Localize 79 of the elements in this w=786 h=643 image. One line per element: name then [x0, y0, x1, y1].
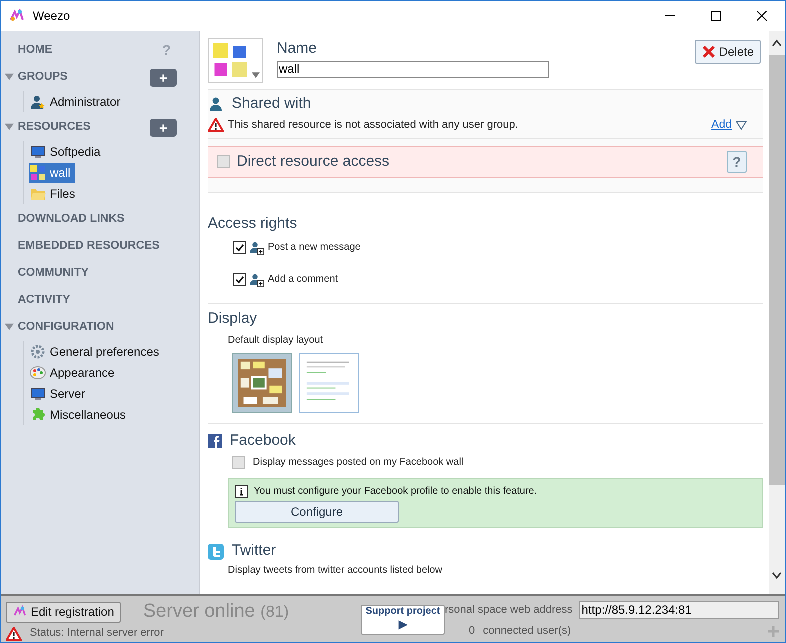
help-button[interactable]: ?: [727, 150, 747, 173]
permission-label: Add a comment: [268, 273, 338, 288]
expand-arrow-icon[interactable]: [5, 73, 14, 82]
monitor-icon: [30, 144, 46, 160]
sidebar-item[interactable]: Miscellaneous: [29, 404, 130, 424]
support-project-button[interactable]: Support project ▶: [361, 605, 445, 635]
sidebar-item[interactable]: Appearance: [29, 362, 119, 382]
layout-thumbnail[interactable]: [299, 352, 359, 413]
configure-button[interactable]: Configure: [235, 501, 399, 524]
sidebar-section[interactable]: ACTIVITY: [18, 292, 70, 310]
info-icon: [235, 485, 248, 498]
user-icon: [208, 96, 224, 112]
status-text: Status: Internal server error: [30, 628, 164, 639]
expand-arrow-icon[interactable]: [5, 123, 14, 132]
palette-icon: [30, 364, 46, 380]
cross-icon: [702, 45, 716, 59]
scroll-up-icon[interactable]: [772, 39, 782, 47]
scroll-down-icon[interactable]: [772, 572, 782, 580]
app-logo-icon: [9, 8, 25, 24]
delete-button[interactable]: Delete: [695, 40, 761, 64]
scrollbar[interactable]: [769, 31, 785, 594]
notes-icon: [30, 164, 46, 180]
sidebar-item[interactable]: wall: [29, 162, 75, 182]
user-icon: [30, 94, 46, 110]
subtitle-text: Default display layout: [228, 334, 324, 348]
add-link[interactable]: Add: [712, 116, 732, 134]
checkbox[interactable]: [233, 241, 246, 254]
address-field[interactable]: http://85.9.12.234:81: [578, 601, 779, 619]
add-button[interactable]: +: [150, 118, 177, 136]
user-add-icon: [250, 272, 264, 287]
sidebar-section[interactable]: GROUPS: [18, 68, 68, 86]
sidebar-item[interactable]: Server: [29, 384, 90, 404]
facebook-icon: [208, 434, 222, 448]
gear-icon: [30, 344, 46, 360]
checkbox-label: Display messages posted on my Facebook wall: [253, 456, 464, 470]
resource-icon-picker[interactable]: [208, 38, 263, 83]
edit-registration-button[interactable]: Edit registration: [6, 602, 122, 623]
user-add-icon: [250, 240, 264, 255]
checkbox[interactable]: [217, 155, 230, 168]
notice-text: You must configure your Facebook profile to enable this feature.: [254, 485, 538, 500]
sidebar-section[interactable]: CONFIGURATION: [18, 318, 114, 336]
permission-label: Post a new message: [268, 241, 361, 256]
close-icon: [757, 11, 767, 21]
users-label: connected user(s): [483, 624, 572, 639]
server-state-text: Server online (81): [143, 600, 290, 624]
maximize-icon: [711, 11, 721, 21]
checkbox-label: Direct resource access: [237, 152, 390, 172]
users-count: 0: [469, 624, 476, 639]
section-title: Access rights: [208, 214, 298, 234]
sidebar-section[interactable]: HOME: [18, 42, 52, 60]
dropdown-arrow-icon[interactable]: [736, 120, 747, 130]
dropdown-arrow-icon: [252, 70, 260, 78]
window-title: Weezo: [33, 8, 70, 25]
name-field[interactable]: wall: [277, 60, 549, 78]
sidebar-section[interactable]: RESOURCES: [18, 118, 91, 136]
sidebar-item[interactable]: Softpedia: [29, 142, 105, 162]
section-title: Facebook: [230, 430, 296, 451]
layout-thumbnail[interactable]: [232, 352, 292, 413]
sidebar-item[interactable]: Administrator: [29, 92, 125, 112]
warning-icon: [6, 626, 22, 640]
checkbox[interactable]: [233, 273, 246, 286]
bird-icon: [208, 544, 224, 560]
puzzle-icon: [30, 406, 46, 422]
monitor-icon: [30, 386, 46, 402]
sidebar-section[interactable]: COMMUNITY: [18, 264, 89, 282]
checkbox[interactable]: [232, 456, 245, 470]
sidebar-item[interactable]: Files: [29, 184, 80, 204]
sidebar-section[interactable]: EMBEDDED RESOURCES: [18, 238, 160, 256]
description-text: Display tweets from twitter accounts listed below: [228, 564, 444, 578]
sidebar-item[interactable]: General preferences: [29, 342, 164, 362]
warning-text: This shared resource is not associated with any user group.: [228, 118, 518, 133]
section-title: Twitter: [232, 541, 276, 562]
expand-arrow-icon[interactable]: [5, 323, 14, 332]
section-title: Shared with: [232, 94, 312, 114]
name-label: Name: [277, 39, 318, 59]
sidebar-section[interactable]: DOWNLOAD LINKS: [18, 210, 125, 228]
add-button[interactable]: +: [150, 68, 177, 86]
address-label: rsonal space web address: [445, 602, 573, 618]
section-title: Display: [208, 309, 258, 330]
